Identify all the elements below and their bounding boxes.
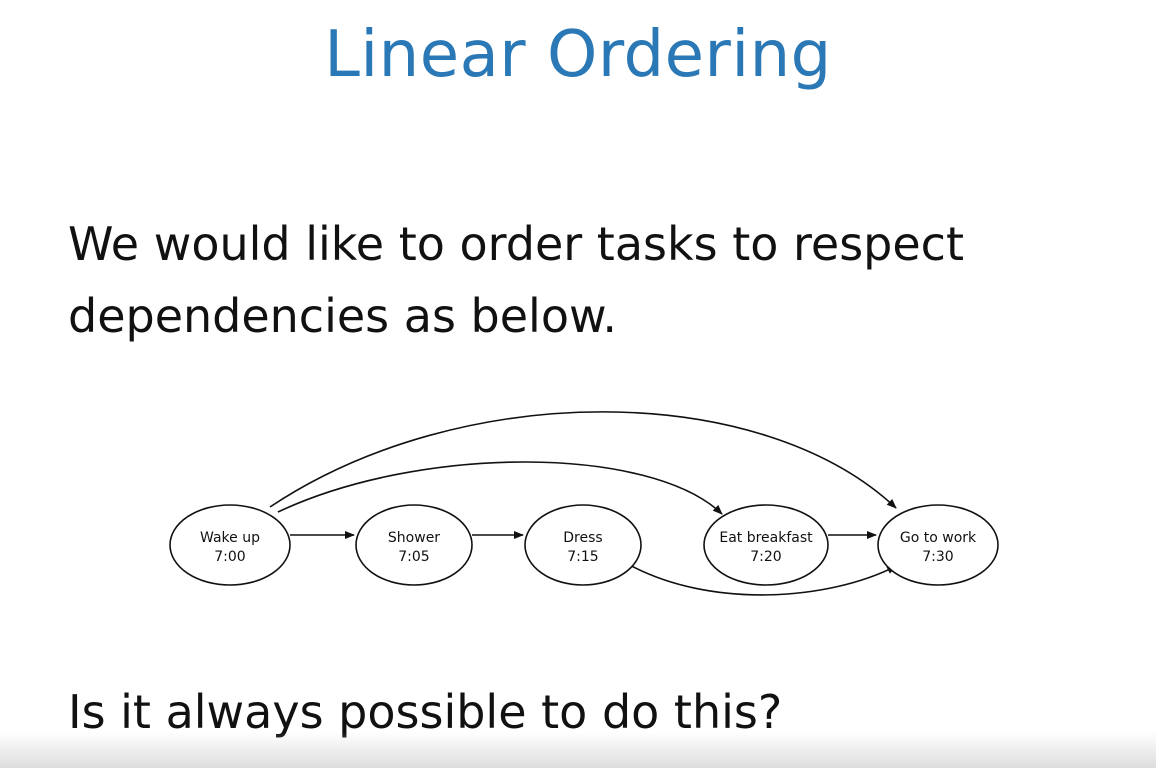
node-name-label: Shower [388, 530, 440, 546]
edge-wake-to-work [269, 411, 897, 509]
slide: Linear Ordering We would like to order t… [0, 0, 1156, 768]
node-time-label: 7:00 [214, 549, 245, 565]
node-name-label: Wake up [200, 530, 260, 546]
edge-wake-to-breakfast [277, 461, 723, 515]
node-name-label: Dress [563, 530, 602, 546]
node-time-label: 7:15 [567, 549, 598, 565]
node-dress: Dress 7:15 [524, 504, 642, 586]
node-work: Go to work 7:30 [877, 504, 999, 586]
node-name-label: Eat breakfast [719, 530, 813, 546]
node-time-label: 7:20 [750, 549, 781, 565]
dependency-graph: Wake up 7:00 Shower 7:05 Dress 7:15 Eat breakf… [169, 411, 999, 596]
node-time-label: 7:05 [398, 549, 429, 565]
video-bottom-shade [0, 732, 1156, 768]
node-shower: Shower 7:05 [355, 504, 473, 586]
node-wake: Wake up 7:00 [169, 504, 291, 586]
node-breakfast: Eat breakfast 7:20 [703, 504, 829, 586]
node-name-label: Go to work [900, 530, 977, 546]
node-time-label: 7:30 [922, 549, 953, 565]
nodes-layer: Wake up 7:00 Shower 7:05 Dress 7:15 Eat breakf… [169, 504, 999, 586]
